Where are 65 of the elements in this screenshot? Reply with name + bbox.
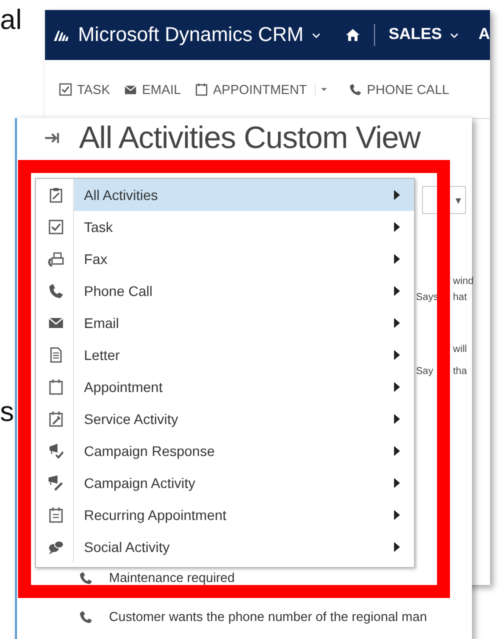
partial-text: Say xyxy=(416,366,434,377)
submenu-arrow-icon xyxy=(394,414,400,424)
menu-item[interactable]: Task xyxy=(39,211,414,243)
submenu-arrow-icon xyxy=(394,510,400,520)
menu-item[interactable]: Service Activity xyxy=(39,403,414,435)
submenu-arrow-icon xyxy=(394,350,400,360)
partial-text: al xyxy=(0,4,22,36)
home-icon[interactable] xyxy=(346,28,360,42)
phone-icon xyxy=(48,283,64,299)
submenu-arrow-icon xyxy=(394,382,400,392)
wrench-calendar-icon xyxy=(48,411,64,427)
megaphone-check-icon xyxy=(48,443,64,459)
calendar-icon xyxy=(48,379,64,395)
menu-item[interactable]: All Activities xyxy=(39,179,414,211)
activity-subject[interactable]: Customer wants the phone number of the regional man xyxy=(109,609,427,624)
menu-item[interactable]: Campaign Activity xyxy=(39,467,414,499)
view-selector[interactable]: ▾ xyxy=(422,186,466,214)
envelope-icon xyxy=(48,315,64,331)
menu-item[interactable]: Campaign Response xyxy=(39,435,414,467)
menu-item[interactable]: Email xyxy=(39,307,414,339)
toolbar-button[interactable]: EMAIL xyxy=(118,78,188,100)
pin-icon[interactable] xyxy=(45,132,61,144)
menu-item[interactable]: Social Activity xyxy=(39,531,414,563)
megaphone-pencil-icon xyxy=(48,475,64,491)
menu-item[interactable]: Appointment xyxy=(39,371,414,403)
partial-text: hat xyxy=(453,292,467,303)
submenu-arrow-icon xyxy=(394,222,400,232)
partial-text: tha xyxy=(453,366,467,377)
phone-icon xyxy=(79,610,93,624)
calendar-icon xyxy=(195,82,208,96)
checkbox-icon xyxy=(48,219,64,235)
chevron-down-icon[interactable] xyxy=(450,32,458,38)
envelope-icon xyxy=(124,82,137,96)
toolbar-button[interactable]: APPOINTMENT xyxy=(189,78,313,100)
clipboard-icon xyxy=(48,187,64,203)
submenu-arrow-icon xyxy=(394,286,400,296)
partial-text: Says xyxy=(416,292,438,303)
app-name[interactable]: Microsoft Dynamics CRM xyxy=(78,24,304,46)
document-icon xyxy=(48,347,64,363)
chevron-down-icon[interactable] xyxy=(312,32,320,38)
menu-item[interactable]: Fax xyxy=(39,243,414,275)
checkbox-icon xyxy=(59,82,72,96)
submenu-arrow-icon xyxy=(394,446,400,456)
submenu-arrow-icon xyxy=(394,478,400,488)
submenu-arrow-icon xyxy=(394,318,400,328)
menu-item[interactable]: Letter xyxy=(39,339,414,371)
phone-icon xyxy=(348,82,362,96)
activity-subject[interactable]: Maintenance required xyxy=(109,570,235,585)
partial-text: wind xyxy=(453,276,474,287)
view-title[interactable]: All Activities Custom View xyxy=(79,120,420,156)
chat-bubbles-icon xyxy=(48,539,64,555)
submenu-arrow-icon xyxy=(394,542,400,552)
submenu-arrow-icon xyxy=(394,254,400,264)
menu-item[interactable]: Phone Call xyxy=(39,275,414,307)
phone-icon xyxy=(79,570,93,584)
toolbar-button[interactable]: TASK xyxy=(53,78,116,100)
area-menu[interactable]: SALES xyxy=(388,26,442,44)
menu-item[interactable]: Recurring Appointment xyxy=(39,499,414,531)
partial-text: will xyxy=(453,344,467,355)
area-menu[interactable]: A xyxy=(478,26,490,44)
submenu-arrow-icon xyxy=(394,190,400,200)
fax-icon xyxy=(48,251,64,267)
partial-text: s xyxy=(0,396,14,428)
recurring-calendar-icon xyxy=(48,507,64,523)
toolbar-button[interactable]: PHONE CALL xyxy=(342,78,456,100)
